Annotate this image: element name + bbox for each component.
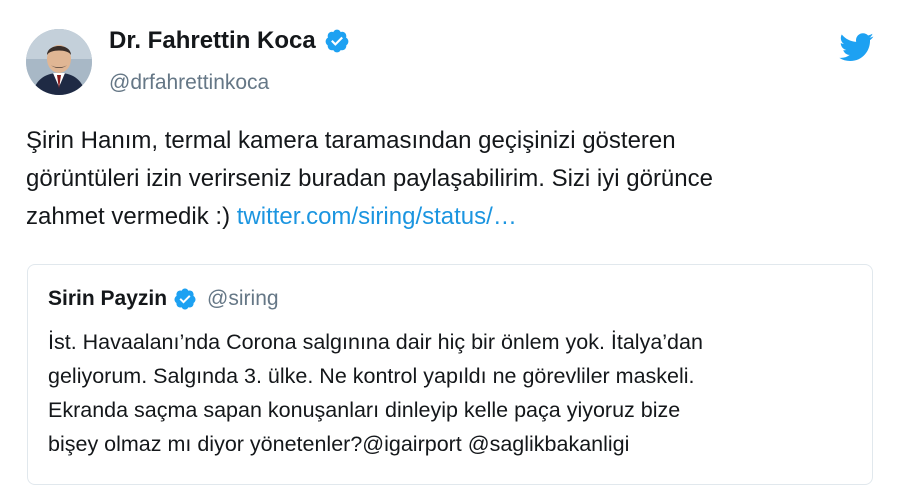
avatar-portrait [26,29,92,95]
quoted-tweet-header: Sirin Payzin @siring [48,287,279,311]
tweet-text-line: Şirin Hanım, termal kamera taramasından … [26,127,676,154]
quoted-tweet-link[interactable]: twitter.com/siring/status/… [237,203,517,230]
quoted-text-line: bişey olmaz mı diyor yönetenler?@igairpo… [48,432,630,456]
quoted-author-handle[interactable]: @siring [207,287,279,311]
author-handle[interactable]: @drfahrettinkoca [109,71,269,95]
tweet-text: Şirin Hanım, termal kamera taramasından … [26,122,886,236]
quoted-author-name[interactable]: Sirin Payzin [48,287,167,311]
quoted-text-line: Ekranda saçma sapan konuşanları dinleyip… [48,398,681,422]
avatar[interactable] [26,29,92,95]
quoted-tweet-card[interactable]: Sirin Payzin @siring İst. Havaalanı’nda … [27,264,873,485]
author-name[interactable]: Dr. Fahrettin Koca [109,27,316,55]
tweet-text-line: zahmet vermedik :) twitter.com/siring/st… [26,198,886,236]
verified-badge-icon [174,288,196,310]
tweet-text-segment: zahmet vermedik :) [26,203,237,230]
quoted-tweet-text: İst. Havaalanı’nda Corona salgınına dair… [48,325,858,461]
quoted-text-line: İst. Havaalanı’nda Corona salgınına dair… [48,330,703,354]
twitter-bird-icon[interactable] [838,33,874,63]
author-name-row[interactable]: Dr. Fahrettin Koca [109,27,350,55]
tweet-text-line: görüntüleri izin verirseniz buradan payl… [26,165,713,192]
quoted-text-line: geliyorum. Salgında 3. ülke. Ne kontrol … [48,364,695,388]
verified-badge-icon [325,29,349,53]
